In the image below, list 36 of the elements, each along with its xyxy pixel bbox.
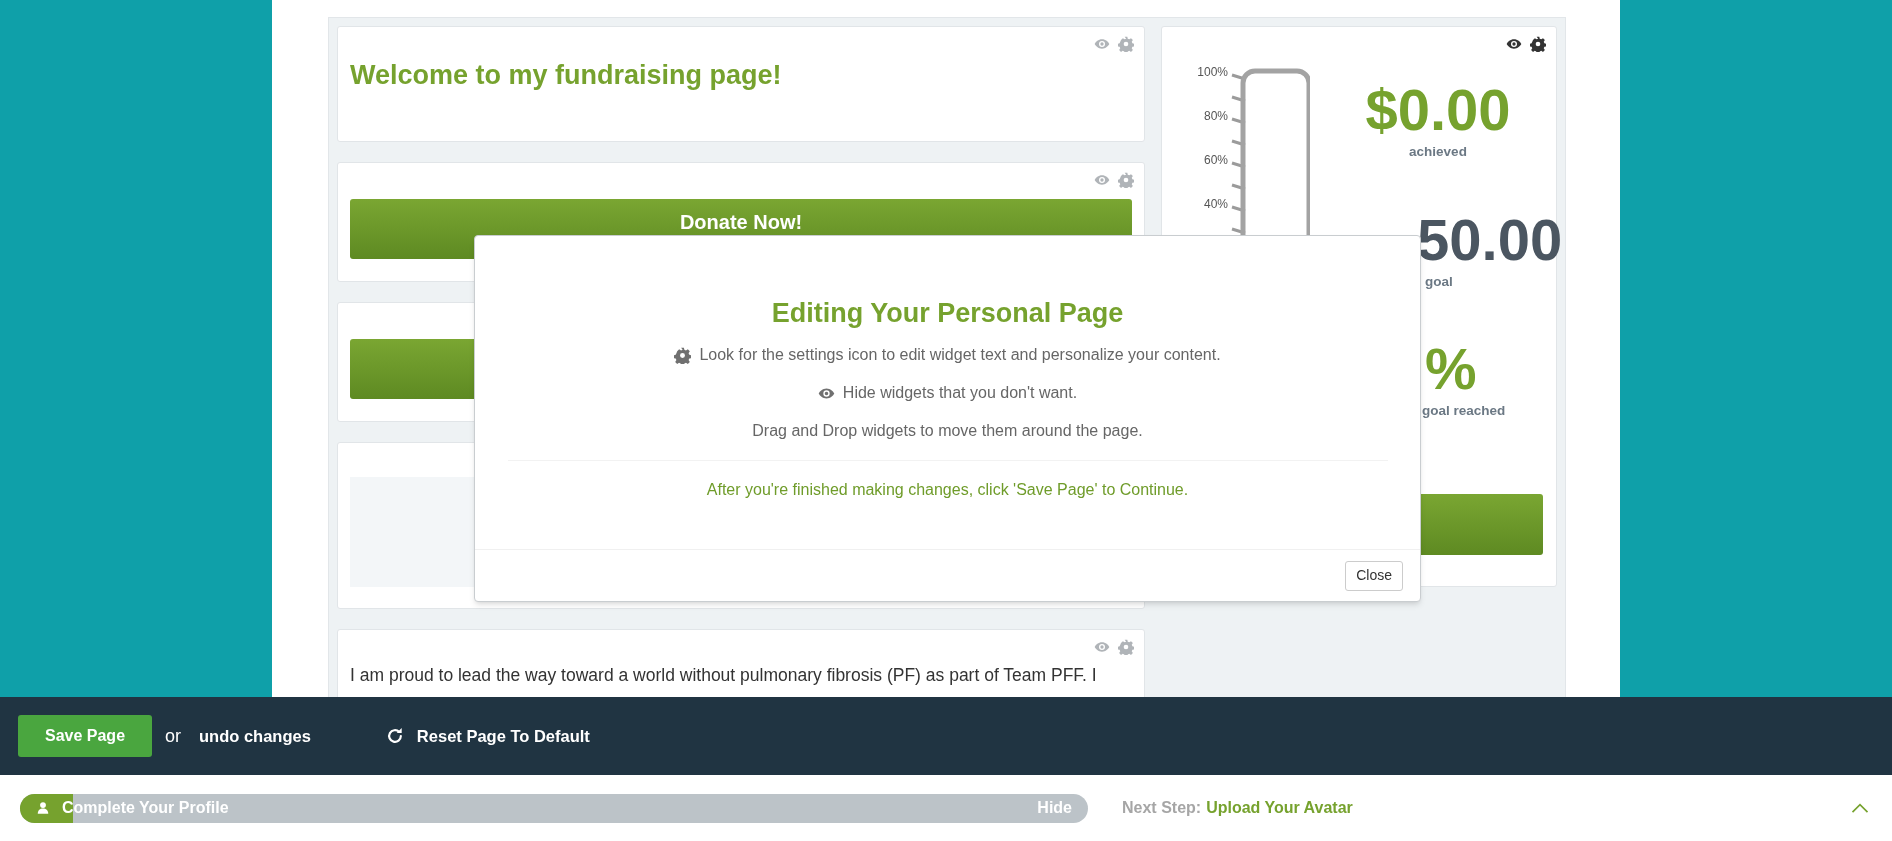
settings-icon (1118, 639, 1134, 655)
eye-icon (1094, 172, 1110, 188)
eye-icon (1094, 36, 1110, 52)
scale-label: 60% (1203, 153, 1228, 167)
widget-heading: Welcome to my fundraising page! (349, 59, 783, 92)
scale-label: 80% (1203, 109, 1228, 123)
story-paragraph: I am proud to lead the way toward a world without pulmonary fibrosis (PF) as part of Team PFF. I (350, 664, 1098, 687)
settings-button[interactable] (1530, 36, 1546, 52)
eye-icon (1094, 639, 1110, 655)
instruction-text: Look for the settings icon to edit widget text and personalize your content. (699, 345, 1221, 365)
upload-avatar-link[interactable]: Upload Your Avatar (1206, 796, 1353, 820)
amount-caption: goal (1424, 273, 1454, 292)
instruction-text: Hide widgets that you don't want. (842, 383, 1078, 403)
scale-label: 40% (1203, 197, 1228, 211)
reset-page-button[interactable]: Reset Page To Default (384, 723, 590, 749)
amount-text: % (1424, 334, 1478, 401)
eye-icon (1506, 36, 1522, 52)
instruction-text: Drag and Drop widgets to move them around the page. (752, 421, 1143, 441)
save-page-button[interactable]: Save Page (18, 715, 152, 757)
modal-note: After you're finished making changes, click 'Save Page' to Continue. (706, 480, 1189, 500)
scale-label: 100% (1197, 65, 1228, 79)
modal-title: Editing Your Personal Page (771, 297, 1124, 330)
settings-icon (1118, 36, 1134, 52)
undo-changes-link[interactable]: undo changes (199, 723, 311, 749)
amount-caption: achieved (1408, 143, 1468, 161)
amount-caption: goal reached (1421, 401, 1507, 420)
or-text: or (165, 724, 181, 748)
settings-icon (1530, 36, 1546, 52)
next-step-label: Next Step: (1122, 798, 1202, 818)
amount-text: $0.00 (1364, 76, 1512, 142)
hide-button[interactable]: Hide (1037, 796, 1072, 820)
settings-icon (674, 346, 692, 364)
settings-icon (1118, 172, 1134, 188)
close-button[interactable]: Close (1345, 560, 1403, 591)
hide-widget-button[interactable] (1506, 36, 1522, 52)
user-icon (36, 801, 50, 815)
